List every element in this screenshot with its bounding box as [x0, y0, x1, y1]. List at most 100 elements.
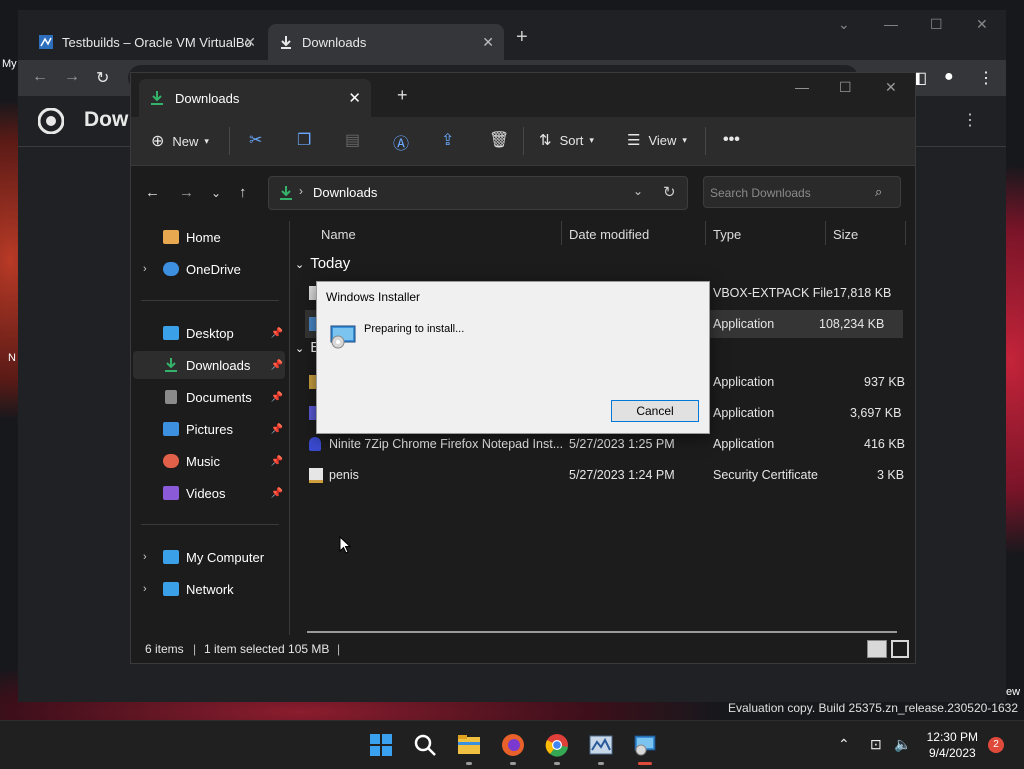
download-icon: [280, 186, 292, 200]
search-icon[interactable]: [413, 733, 437, 757]
column-header-date[interactable]: Date modified: [569, 227, 649, 242]
sort-button[interactable]: ⇅ Sort ▾: [539, 131, 594, 149]
network-status-icon[interactable]: ⊡: [870, 736, 882, 753]
chrome-logo-icon: [38, 108, 64, 134]
chevron-down-icon: ▾: [682, 134, 687, 145]
explorer-tab-downloads[interactable]: Downloads ✕: [139, 79, 371, 117]
status-bar: 6 items | 1 item selected 105 MB |: [131, 635, 915, 663]
pin-icon[interactable]: 📌: [271, 328, 283, 339]
chrome-icon[interactable]: [545, 733, 569, 757]
table-row[interactable]: Ninite 7Zip Chrome Firefox Notepad Inst.…: [305, 430, 905, 458]
reload-icon[interactable]: ↻: [96, 68, 109, 88]
back-icon[interactable]: ←: [145, 184, 160, 201]
column-header-type[interactable]: Type: [713, 227, 741, 242]
cancel-button[interactable]: Cancel: [611, 400, 699, 422]
tiles-view-icon[interactable]: [891, 640, 909, 658]
file-type: Application: [713, 375, 775, 389]
volume-icon[interactable]: 🔈: [894, 736, 911, 753]
forward-icon[interactable]: →: [64, 68, 80, 86]
breadcrumb[interactable]: Downloads: [313, 185, 377, 200]
chrome-tab-downloads[interactable]: Downloads ✕: [268, 24, 504, 60]
file-size: 17,818 KB: [833, 286, 892, 300]
file-size: 3 KB: [877, 468, 905, 482]
sidebar-item-network[interactable]: › Network: [133, 575, 285, 603]
sidebar-item-label: Desktop: [186, 325, 234, 341]
firefox-icon[interactable]: [501, 733, 525, 757]
chevron-right-icon[interactable]: ›: [143, 263, 147, 275]
menu-icon[interactable]: ⋮: [962, 110, 978, 130]
divider: |: [337, 642, 341, 656]
sidebar-item-pictures[interactable]: Pictures 📌: [133, 415, 285, 443]
close-tab-icon[interactable]: ✕: [482, 34, 494, 51]
maximize-icon[interactable]: ☐: [930, 16, 943, 33]
share-icon[interactable]: ⇪: [441, 130, 454, 150]
pin-icon[interactable]: 📌: [271, 392, 283, 403]
up-icon[interactable]: ↑: [239, 184, 247, 201]
profile-icon[interactable]: ●: [944, 68, 954, 86]
table-row[interactable]: penis 5/27/2023 1:24 PM Security Certifi…: [305, 461, 905, 489]
address-bar[interactable]: › Downloads ⌄ ↻: [268, 176, 688, 210]
document-icon: [165, 390, 177, 404]
sidebar-item-music[interactable]: Music 📌: [133, 447, 285, 475]
home-icon: [163, 230, 179, 244]
installer-icon[interactable]: [633, 733, 657, 757]
file-explorer-icon[interactable]: [457, 733, 481, 757]
sidebar-item-home[interactable]: Home: [133, 223, 285, 251]
recent-locations-icon[interactable]: ⌄: [211, 186, 221, 200]
chevron-right-icon[interactable]: ›: [143, 583, 147, 595]
chrome-tab-virtualbox[interactable]: Testbuilds – Oracle VM VirtualBo ✕: [28, 24, 266, 60]
pin-icon[interactable]: 📌: [271, 488, 283, 499]
sidebar-item-desktop[interactable]: Desktop 📌: [133, 319, 285, 347]
forward-icon[interactable]: →: [179, 184, 194, 201]
close-tab-icon[interactable]: ✕: [348, 89, 361, 107]
sidebar-item-my-computer[interactable]: › My Computer: [133, 543, 285, 571]
sidebar-item-onedrive[interactable]: › OneDrive: [133, 255, 285, 283]
column-header-name[interactable]: Name: [321, 227, 356, 242]
paste-icon[interactable]: ▤: [345, 130, 360, 150]
chevron-down-icon: ⌄: [295, 259, 305, 271]
minimize-icon[interactable]: —: [884, 16, 898, 32]
chevron-down-icon[interactable]: ⌄: [633, 184, 643, 198]
chevron-up-icon[interactable]: ⌃: [838, 736, 850, 753]
running-indicator: [554, 762, 560, 765]
sidebar-item-videos[interactable]: Videos 📌: [133, 479, 285, 507]
copy-icon[interactable]: ❐: [297, 130, 311, 150]
column-header-size[interactable]: Size: [833, 227, 858, 242]
new-tab-button[interactable]: +: [516, 26, 528, 49]
virtualbox-icon[interactable]: [589, 733, 613, 757]
ninite-icon: [309, 437, 321, 451]
search-input[interactable]: Search Downloads: [703, 176, 901, 208]
horizontal-scrollbar[interactable]: [307, 631, 897, 633]
sidebar-item-documents[interactable]: Documents 📌: [133, 383, 285, 411]
close-icon[interactable]: ✕: [976, 16, 988, 33]
start-icon[interactable]: [369, 733, 393, 757]
cut-icon[interactable]: ✂: [249, 130, 262, 150]
file-type: Application: [713, 317, 775, 331]
refresh-icon[interactable]: ↻: [663, 183, 676, 201]
pin-icon[interactable]: 📌: [271, 456, 283, 467]
new-tab-button[interactable]: +: [397, 85, 408, 106]
more-options-icon[interactable]: •••: [723, 131, 740, 149]
clock[interactable]: 12:30 PM 9/4/2023: [927, 729, 978, 761]
maximize-icon[interactable]: ☐: [839, 79, 852, 96]
group-header-today[interactable]: ⌄ Today: [295, 255, 350, 272]
search-icon[interactable]: ⌕: [875, 184, 882, 200]
back-icon[interactable]: ←: [32, 68, 48, 86]
close-tab-icon[interactable]: ✕: [244, 34, 256, 51]
notification-badge[interactable]: 2: [988, 737, 1004, 753]
details-view-icon[interactable]: [867, 640, 887, 658]
chevron-right-icon[interactable]: ›: [143, 551, 147, 563]
divider: [705, 127, 706, 155]
sidebar-item-downloads[interactable]: Downloads 📌: [133, 351, 285, 379]
close-icon[interactable]: ✕: [885, 79, 897, 96]
new-button[interactable]: ⊕ New ▾: [151, 131, 209, 151]
pin-icon[interactable]: 📌: [271, 360, 283, 371]
delete-icon[interactable]: 🗑: [489, 130, 509, 150]
menu-icon[interactable]: ⋮: [978, 68, 994, 88]
sidebar-item-label: Downloads: [186, 357, 251, 373]
pin-icon[interactable]: 📌: [271, 424, 283, 435]
view-button[interactable]: ☰ View ▾: [627, 131, 687, 149]
chevron-down-icon[interactable]: ⌄: [838, 16, 850, 33]
minimize-icon[interactable]: —: [795, 79, 809, 95]
rename-icon[interactable]: Ⓐ: [393, 130, 409, 154]
